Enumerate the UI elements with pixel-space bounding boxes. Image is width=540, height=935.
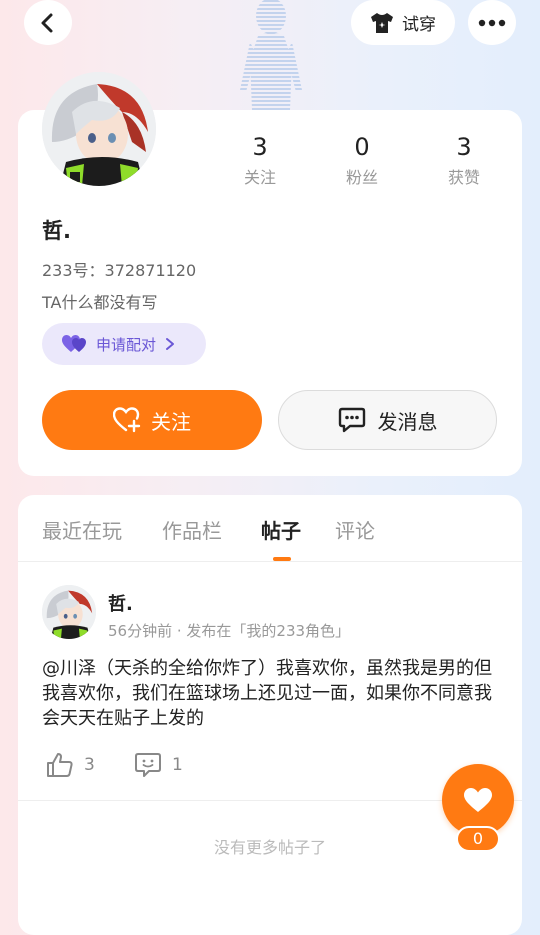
avatar-figure-silhouette xyxy=(240,0,302,110)
stat-value: 0 xyxy=(354,133,370,161)
tab-recently-played[interactable]: 最近在玩 xyxy=(42,515,122,544)
tab-works[interactable]: 作品栏 xyxy=(162,515,222,544)
post-published-in[interactable]: · 发布在「我的233角色」 xyxy=(177,622,350,640)
like-fab-count: 0 xyxy=(456,826,500,852)
send-message-label: 发消息 xyxy=(377,409,438,434)
chevron-left-icon xyxy=(41,13,53,32)
post-like-button[interactable]: 3 xyxy=(46,752,95,778)
stat-value: 3 xyxy=(252,133,268,161)
profile-avatar[interactable] xyxy=(42,72,156,186)
heart-icon xyxy=(464,787,492,812)
chevron-right-icon xyxy=(166,338,175,350)
post-time: 56分钟前 xyxy=(108,622,173,640)
comment-icon xyxy=(135,753,161,777)
request-pair-button[interactable]: 申请配对 xyxy=(42,323,206,365)
more-dots-icon xyxy=(478,19,506,26)
stat-following[interactable]: 3 关注 xyxy=(225,132,295,188)
anime-avatar-image xyxy=(42,585,96,639)
profile-id-value: 372871120 xyxy=(104,261,197,280)
stat-label: 关注 xyxy=(243,168,276,187)
stat-label: 获赞 xyxy=(447,168,480,187)
follow-label: 关注 xyxy=(151,409,191,434)
profile-name: 哲. xyxy=(42,219,71,243)
profile-id-label: 233号： xyxy=(42,261,105,280)
post-author-avatar[interactable] xyxy=(42,585,96,639)
stat-followers[interactable]: 0 粉丝 xyxy=(327,132,397,188)
send-message-button[interactable]: 发消息 xyxy=(278,390,497,450)
post-like-count: 3 xyxy=(84,755,95,775)
double-heart-icon xyxy=(62,335,86,352)
post-comment-button[interactable]: 1 xyxy=(134,752,183,778)
chat-bubble-icon xyxy=(338,407,365,433)
tab-posts[interactable]: 帖子 xyxy=(261,515,301,544)
stat-label: 粉丝 xyxy=(345,168,378,187)
thumbs-up-icon xyxy=(47,753,73,777)
follow-button[interactable]: 关注 xyxy=(42,390,262,450)
post-comment-count: 1 xyxy=(172,755,183,775)
heart-plus-icon xyxy=(113,407,141,433)
post-body[interactable]: @川泽（天杀的全给你炸了）我喜欢你，虽然我是男的但我喜欢你，我们在篮球场上还见过… xyxy=(42,656,492,731)
stat-value: 3 xyxy=(456,133,472,161)
try-on-label: 试穿 xyxy=(402,15,436,35)
request-pair-label: 申请配对 xyxy=(96,335,157,354)
stat-likes[interactable]: 3 获赞 xyxy=(429,132,499,188)
more-options-button[interactable] xyxy=(468,0,516,45)
try-on-button[interactable]: 试穿 xyxy=(351,0,455,45)
tab-comments[interactable]: 评论 xyxy=(335,515,375,544)
post-author-name[interactable]: 哲. xyxy=(108,590,133,616)
tabs-divider xyxy=(18,561,522,562)
profile-id[interactable]: 233号：372871120 xyxy=(42,257,196,281)
profile-bio: TA什么都没有写 xyxy=(42,293,158,312)
post-meta: 56分钟前 · 发布在「我的233角色」 xyxy=(108,620,350,641)
tshirt-icon xyxy=(371,12,393,33)
back-button[interactable] xyxy=(24,0,72,45)
anime-avatar-image xyxy=(42,72,156,186)
